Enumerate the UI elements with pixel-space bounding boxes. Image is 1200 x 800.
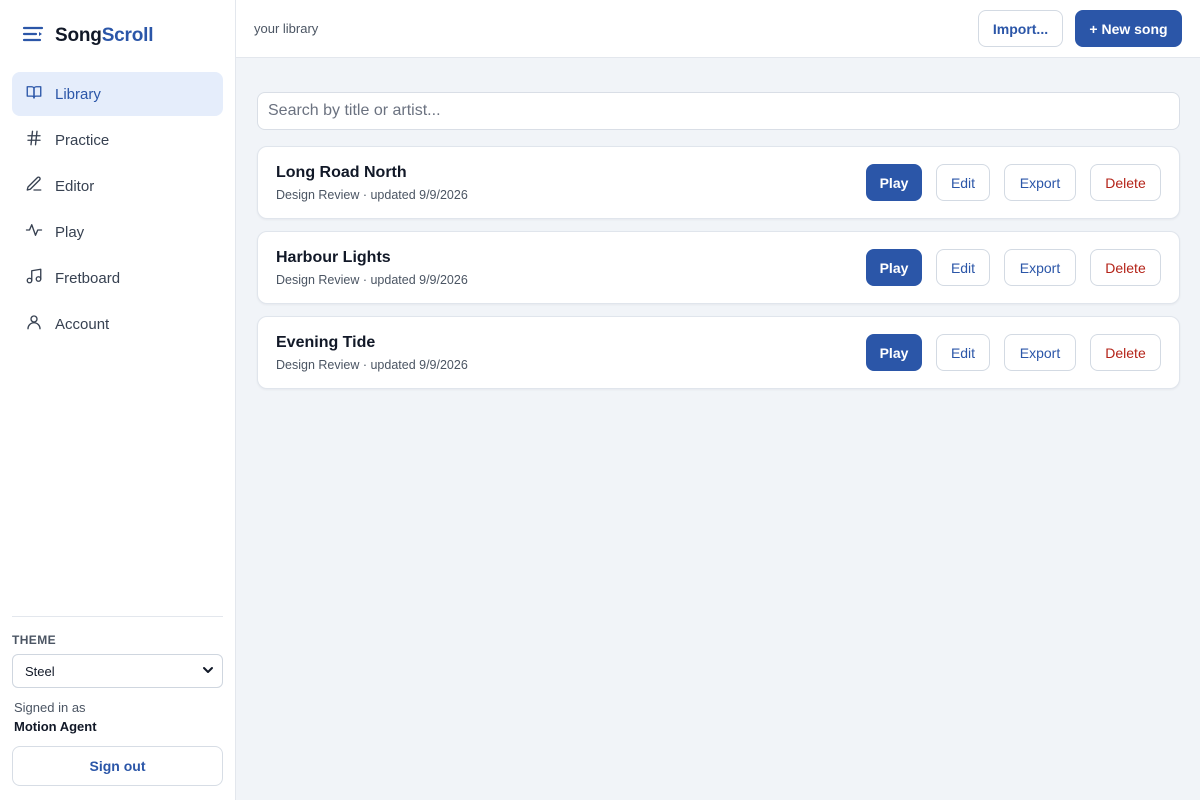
delete-button[interactable]: Delete [1090, 164, 1161, 201]
sidebar-item-practice[interactable]: Practice [12, 118, 223, 162]
sidebar-item-label: Play [55, 223, 85, 241]
export-button[interactable]: Export [1004, 164, 1076, 201]
sidebar-footer: THEME Steel Signed in as Motion Agent Si… [12, 616, 223, 800]
pencil-icon [25, 175, 43, 197]
song-card: Long Road North Design Review · updated … [257, 146, 1180, 219]
app-name-part1: Song [55, 25, 102, 46]
sidebar-item-label: Library [55, 85, 101, 103]
song-info: Harbour Lights Design Review · updated 9… [276, 249, 866, 287]
play-button[interactable]: Play [866, 334, 922, 371]
sidebar-item-fretboard[interactable]: Fretboard [12, 256, 223, 300]
new-song-button[interactable]: + New song [1075, 10, 1182, 47]
sidebar-item-editor[interactable]: Editor [12, 164, 223, 208]
chevron-down-icon [202, 664, 214, 679]
edit-button[interactable]: Edit [936, 249, 990, 286]
play-button[interactable]: Play [866, 164, 922, 201]
song-info: Evening Tide Design Review · updated 9/9… [276, 334, 866, 372]
music-note-icon [25, 267, 43, 289]
search-input[interactable]: Search by title or artist... [257, 92, 1180, 130]
song-list: Long Road North Design Review · updated … [257, 146, 1180, 389]
book-icon [25, 83, 43, 105]
main-area: your library Import... + New song Search… [236, 0, 1200, 800]
library-content: Search by title or artist... Long Road N… [236, 58, 1200, 401]
export-button[interactable]: Export [1004, 334, 1076, 371]
sidebar-item-label: Fretboard [55, 269, 121, 287]
import-button[interactable]: Import... [978, 10, 1063, 47]
signed-in-label: Signed in as [14, 700, 86, 715]
edit-button[interactable]: Edit [936, 334, 990, 371]
user-name: Motion Agent [14, 719, 97, 734]
brand[interactable]: SongScroll [12, 0, 223, 72]
app-root: SongScroll Library Practice Editor Play … [0, 0, 1200, 800]
delete-button[interactable]: Delete [1090, 249, 1161, 286]
play-button[interactable]: Play [866, 249, 922, 286]
topbar-actions: Import... + New song [978, 10, 1182, 47]
song-card: Evening Tide Design Review · updated 9/9… [257, 316, 1180, 389]
song-meta: Design Review · updated 9/9/2026 [276, 357, 468, 372]
song-meta: Design Review · updated 9/9/2026 [276, 272, 468, 287]
song-actions: Play Edit Export Delete [866, 164, 1161, 201]
hash-icon [25, 129, 43, 151]
sidebar-item-library[interactable]: Library [12, 72, 223, 116]
theme-select-value: Steel [25, 663, 55, 679]
user-icon [25, 313, 43, 335]
sidebar-item-play[interactable]: Play [12, 210, 223, 254]
delete-button[interactable]: Delete [1090, 334, 1161, 371]
song-meta: Design Review · updated 9/9/2026 [276, 187, 468, 202]
app-name: SongScroll [55, 25, 154, 47]
sidebar-item-label: Account [55, 315, 110, 333]
edit-button[interactable]: Edit [936, 164, 990, 201]
theme-label: THEME [12, 633, 56, 647]
sidebar-nav: Library Practice Editor Play Fretboard A… [12, 72, 223, 348]
waveform-icon [25, 221, 43, 243]
song-title[interactable]: Long Road North [276, 164, 866, 182]
menu-lines-icon [22, 25, 44, 48]
app-name-part2: Scroll [101, 25, 154, 46]
song-info: Long Road North Design Review · updated … [276, 164, 866, 202]
search-placeholder: Search by title or artist... [268, 102, 441, 119]
topbar: your library Import... + New song [236, 0, 1200, 58]
sidebar-item-label: Practice [55, 131, 110, 149]
export-button[interactable]: Export [1004, 249, 1076, 286]
sidebar: SongScroll Library Practice Editor Play … [0, 0, 236, 800]
theme-select[interactable]: Steel [12, 654, 223, 688]
song-title[interactable]: Evening Tide [276, 334, 866, 352]
sign-out-button[interactable]: Sign out [12, 746, 223, 786]
sidebar-item-label: Editor [55, 177, 95, 195]
sidebar-item-account[interactable]: Account [12, 302, 223, 346]
song-actions: Play Edit Export Delete [866, 334, 1161, 371]
page-subtitle: your library [254, 21, 319, 36]
song-actions: Play Edit Export Delete [866, 249, 1161, 286]
song-title[interactable]: Harbour Lights [276, 249, 866, 267]
song-card: Harbour Lights Design Review · updated 9… [257, 231, 1180, 304]
